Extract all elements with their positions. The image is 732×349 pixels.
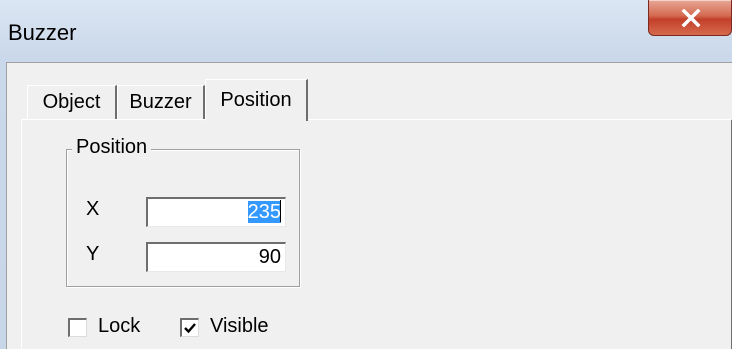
close-button[interactable]: [648, 0, 732, 36]
visible-checkbox[interactable]: [180, 318, 199, 337]
y-label: Y: [86, 243, 100, 265]
lock-label[interactable]: Lock: [98, 315, 140, 338]
close-x-icon: [681, 9, 701, 27]
tab-object-label: Object: [42, 91, 101, 113]
tab-object[interactable]: Object: [27, 85, 117, 119]
checkmark-icon: [184, 323, 196, 334]
dialog-client-area: Object Buzzer Position Position X 235 Y …: [6, 62, 732, 349]
lock-checkbox[interactable]: [68, 318, 87, 337]
text-caret: [280, 200, 281, 222]
window-title: Buzzer: [8, 20, 77, 45]
y-input[interactable]: 90: [146, 242, 286, 272]
tab-buzzer-label: Buzzer: [129, 91, 192, 113]
position-tab-panel: Position X 235 Y 90 Lock Visible: [21, 119, 732, 349]
y-input-value: 90: [258, 246, 281, 268]
x-input-value: 235: [247, 201, 281, 223]
position-group-label: Position: [72, 136, 152, 159]
title-bar[interactable]: Buzzer: [0, 0, 732, 62]
tab-buzzer[interactable]: Buzzer: [117, 85, 205, 119]
tab-position-label: Position: [220, 89, 292, 111]
x-label: X: [86, 198, 100, 220]
x-input[interactable]: 235: [146, 197, 286, 227]
tab-position[interactable]: Position: [205, 79, 308, 121]
visible-label[interactable]: Visible: [210, 315, 269, 338]
buzzer-dialog: Buzzer Object Buzzer Position Position X…: [0, 0, 732, 349]
